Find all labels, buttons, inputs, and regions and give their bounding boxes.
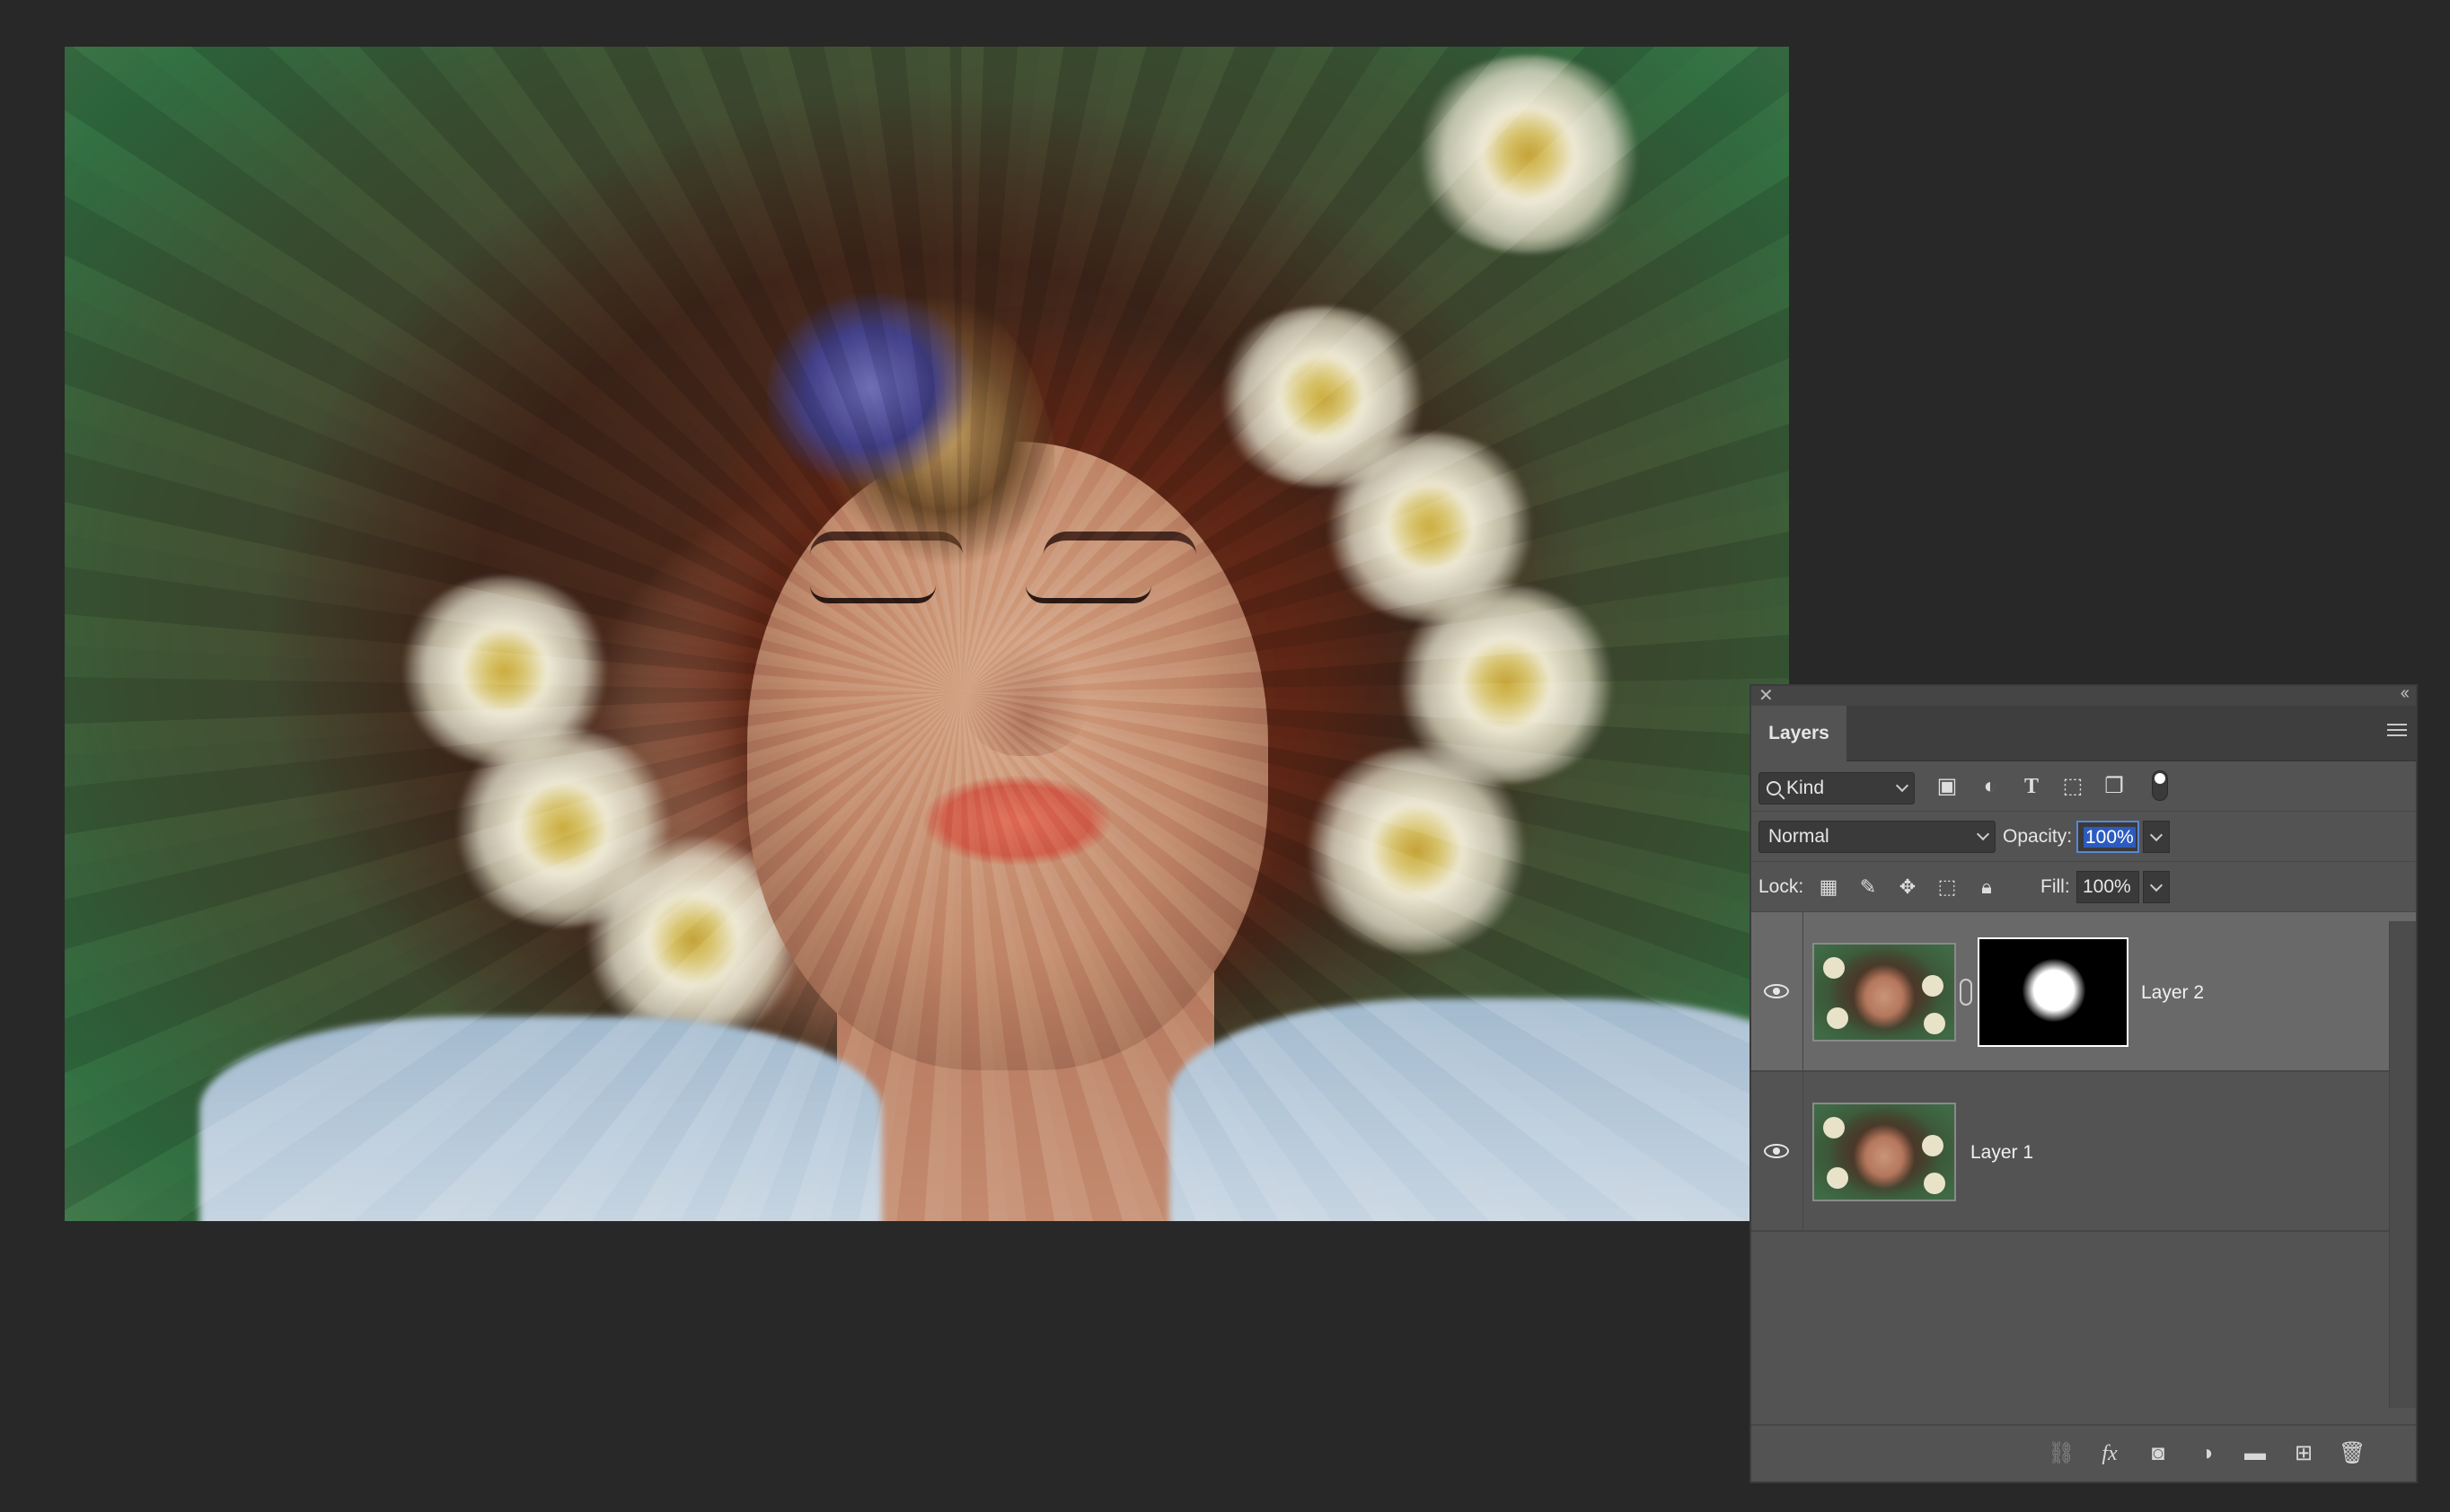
fill-input[interactable]: 100%	[2076, 871, 2139, 903]
opacity-label: Opacity:	[2003, 826, 2073, 847]
lock-label: Lock:	[1758, 876, 1804, 897]
layer-name[interactable]: Layer 1	[1970, 1142, 2033, 1164]
chevron-down-icon	[2149, 828, 2164, 842]
fx-icon[interactable]: fx	[2096, 1440, 2123, 1467]
adjustment-layer-icon[interactable]: ◑	[2193, 1440, 2220, 1467]
blend-row: Normal Opacity: 100%	[1751, 812, 2416, 862]
visibility-column[interactable]	[1751, 1072, 1803, 1230]
layers-panel: ✕ ‹‹ Layers Kind ▣ ◐ T ⬚ ❐ Normal Opacit…	[1749, 683, 2418, 1483]
lock-artboard-icon[interactable]: ⬚	[1934, 875, 1960, 900]
filter-toggle[interactable]	[2152, 770, 2168, 801]
filter-row: Kind ▣ ◐ T ⬚ ❐	[1751, 761, 2416, 812]
type-filter-icon[interactable]: T	[2019, 774, 2044, 799]
layer-thumbnail[interactable]	[1812, 943, 1956, 1042]
link-layers-icon[interactable]: ⛓	[2048, 1440, 2075, 1467]
blend-mode-value: Normal	[1768, 826, 1829, 847]
fill-label: Fill:	[2040, 876, 2070, 897]
image-filter-icon[interactable]: ▣	[1934, 774, 1960, 799]
blend-mode-select[interactable]: Normal	[1758, 821, 1996, 853]
layers-scrollbar[interactable]	[2389, 921, 2416, 1408]
fill-value: 100%	[2083, 876, 2131, 897]
radial-blur-overlay	[65, 47, 1789, 1221]
chevron-down-icon	[1976, 827, 1990, 841]
opacity-input[interactable]: 100%	[2076, 821, 2139, 853]
lock-row: Lock: ▦ ✎ ✥ ⬚ 🔒︎ Fill: 100%	[1751, 862, 2416, 912]
eye-visibility-icon[interactable]	[1764, 1144, 1789, 1158]
layer-thumbnail[interactable]	[1812, 1103, 1956, 1201]
mask-link-icon[interactable]	[1960, 979, 1972, 1006]
lock-position-icon[interactable]: ✥	[1895, 875, 1920, 900]
add-mask-icon[interactable]: ◙	[2145, 1440, 2172, 1467]
opacity-value: 100%	[2084, 827, 2136, 848]
new-group-icon[interactable]: ▬	[2242, 1440, 2269, 1467]
fill-slider-toggle[interactable]	[2143, 871, 2170, 903]
delete-layer-icon[interactable]: 🗑︎	[2339, 1440, 2366, 1467]
document-canvas[interactable]	[65, 47, 1789, 1221]
lock-image-pixels-icon[interactable]: ✎	[1855, 875, 1881, 900]
smart-object-filter-icon[interactable]: ❐	[2102, 774, 2127, 799]
close-panel-icon[interactable]: ✕	[1758, 684, 1774, 707]
filter-kind-select[interactable]: Kind	[1758, 772, 1915, 804]
chevron-down-icon	[2149, 878, 2164, 892]
adjustment-filter-icon[interactable]: ◐	[1978, 774, 2003, 799]
filter-kind-label: Kind	[1786, 778, 1825, 798]
eye-visibility-icon[interactable]	[1764, 984, 1789, 998]
panel-tab-row: Layers	[1751, 706, 2416, 761]
lock-transparent-pixels-icon[interactable]: ▦	[1816, 875, 1841, 900]
photoshop-workspace: ✕ ‹‹ Layers Kind ▣ ◐ T ⬚ ❐ Normal Opacit…	[0, 0, 2450, 1512]
layer-name[interactable]: Layer 2	[2141, 982, 2204, 1004]
layer-mask-thumbnail[interactable]	[1978, 937, 2128, 1047]
layers-bottom-toolbar: ⛓ fx ◙ ◑ ▬ ⊞ 🗑︎	[1751, 1424, 2416, 1481]
tab-layers[interactable]: Layers	[1751, 706, 1846, 761]
new-layer-icon[interactable]: ⊞	[2290, 1440, 2317, 1467]
shape-filter-icon[interactable]: ⬚	[2060, 774, 2085, 799]
panel-menu-icon[interactable]	[2387, 724, 2407, 740]
opacity-slider-toggle[interactable]	[2143, 821, 2170, 853]
visibility-column[interactable]	[1751, 912, 1803, 1070]
search-icon	[1767, 781, 1781, 796]
lock-all-icon[interactable]: 🔒︎	[1974, 875, 1999, 900]
layer-row-layer-1[interactable]: Layer 1	[1751, 1072, 2416, 1232]
chevron-down-icon	[1895, 778, 1909, 793]
collapse-panel-icon[interactable]: ‹‹	[2401, 683, 2410, 704]
panel-title-bar[interactable]: ✕ ‹‹	[1751, 683, 2416, 707]
layer-row-layer-2[interactable]: Layer 2	[1751, 912, 2416, 1072]
